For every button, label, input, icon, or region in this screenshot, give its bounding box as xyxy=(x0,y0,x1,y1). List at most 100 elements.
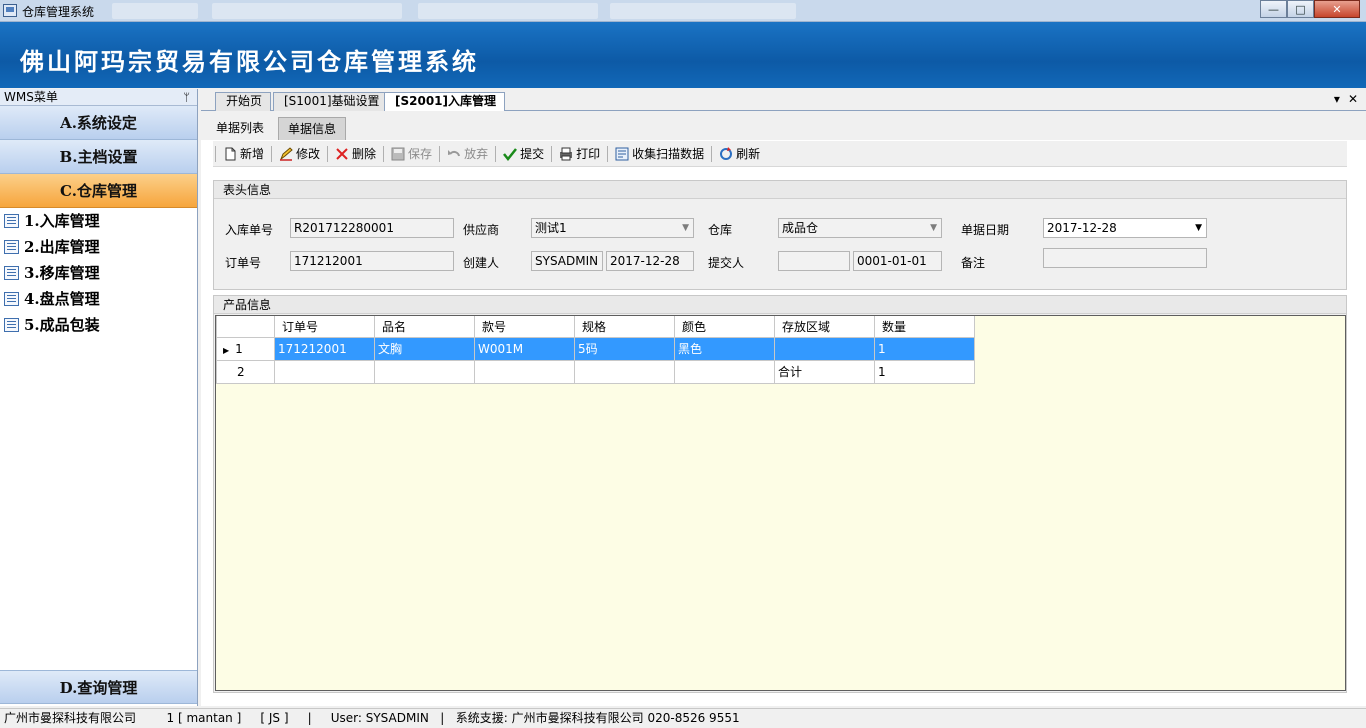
table-cell[interactable] xyxy=(274,359,375,384)
save-button[interactable]: 保存 xyxy=(388,143,435,165)
row-header[interactable]: ▶ 1 xyxy=(216,336,275,361)
table-cell[interactable] xyxy=(374,359,475,384)
nav-item-label: 3.移库管理 xyxy=(24,264,100,282)
table-header-row: 订单号 品名 款号 规格 颜色 存放区域 数量 xyxy=(216,316,975,338)
header-info-panel: 表头信息 入库单号 R201712280001 供应商 测试1 ▼ 仓库 成品仓 ▼… xyxy=(213,180,1347,290)
current-row-arrow-icon: ▶ xyxy=(223,345,230,355)
tab-inbound-management[interactable]: [S2001]入库管理 xyxy=(384,92,506,112)
table-cell[interactable] xyxy=(574,359,675,384)
nav-item-label: 1.入库管理 xyxy=(24,212,100,230)
tab-basic-settings[interactable]: [S1001]基础设置 xyxy=(273,92,389,111)
edit-button[interactable]: 修改 xyxy=(276,143,323,165)
table-row[interactable]: 2 合计 1 xyxy=(216,359,975,384)
submit-date-field[interactable]: 0001-01-01 xyxy=(853,251,942,271)
submitter-label: 提交人 xyxy=(708,256,745,270)
maximize-button[interactable]: □ xyxy=(1287,0,1314,18)
warehouse-label: 仓库 xyxy=(708,223,733,237)
nav-group-system-settings[interactable]: A.系统设定 xyxy=(0,106,197,140)
column-header[interactable]: 颜色 xyxy=(674,316,775,338)
delete-button[interactable]: 删除 xyxy=(332,143,379,165)
inbound-no-field[interactable]: R201712280001 xyxy=(290,218,454,238)
table-cell[interactable]: 1 xyxy=(874,336,975,361)
submitter-field[interactable] xyxy=(778,251,850,271)
status-js: [ JS ] xyxy=(260,711,289,725)
row-header[interactable]: 2 xyxy=(216,359,275,384)
nav-group-warehouse-management[interactable]: C.仓库管理 xyxy=(0,174,197,208)
column-header[interactable]: 订单号 xyxy=(274,316,375,338)
table-cell[interactable]: 171212001 xyxy=(274,336,375,361)
column-header[interactable]: 款号 xyxy=(474,316,575,338)
close-tab-icon[interactable]: ✕ xyxy=(1348,92,1358,106)
warehouse-select[interactable]: 成品仓 ▼ xyxy=(778,218,942,238)
minimize-button[interactable]: — xyxy=(1260,0,1287,18)
nav-item-stocktake[interactable]: 4.盘点管理 xyxy=(0,286,197,312)
submit-label: 提交 xyxy=(520,147,545,161)
nav-item-outbound[interactable]: 2.出库管理 xyxy=(0,234,197,260)
list-icon xyxy=(4,266,19,280)
column-header[interactable]: 存放区域 xyxy=(774,316,875,338)
nav-group-query-management[interactable]: D.查询管理 xyxy=(0,670,197,704)
system-title: 佛山阿玛宗贸易有限公司仓库管理系统 xyxy=(20,47,479,76)
table-cell[interactable]: 5码 xyxy=(574,336,675,361)
supplier-label: 供应商 xyxy=(463,223,500,237)
checkmark-icon xyxy=(503,147,518,161)
toolbar-separator xyxy=(551,145,553,162)
remark-label: 备注 xyxy=(961,256,986,270)
table-cell[interactable]: 文胸 xyxy=(374,336,475,361)
tab-document-info[interactable]: 单据信息 xyxy=(278,117,347,140)
table-cell[interactable] xyxy=(774,336,875,361)
nav-item-packaging[interactable]: 5.成品包装 xyxy=(0,312,197,338)
warehouse-value: 成品仓 xyxy=(782,221,819,235)
doc-date-value: 2017-12-28 xyxy=(1047,221,1117,235)
print-button[interactable]: 打印 xyxy=(556,143,603,165)
new-button[interactable]: 新增 xyxy=(220,143,267,165)
table-row[interactable]: ▶ 1 171212001 文胸 W001M 5码 黑色 1 xyxy=(216,336,975,361)
print-label: 打印 xyxy=(576,147,601,161)
order-no-label: 订单号 xyxy=(225,256,262,270)
nav-group-master-settings[interactable]: B.主档设置 xyxy=(0,140,197,174)
toolbar: 新增 修改 删除 保存 放弃 提交 打印 收集扫描数据 刷新 xyxy=(213,141,1347,167)
background-tab-1 xyxy=(112,3,198,19)
tab-start-page[interactable]: 开始页 xyxy=(215,92,272,111)
status-company: 广州市曼探科技有限公司 xyxy=(4,711,137,725)
table-cell[interactable]: W001M xyxy=(474,336,575,361)
column-header[interactable]: 数量 xyxy=(874,316,975,338)
product-grid[interactable]: 订单号 品名 款号 规格 颜色 存放区域 数量 ▶1 171212001 文胸 xyxy=(215,315,1346,691)
table-cell[interactable] xyxy=(674,359,775,384)
list-icon xyxy=(4,240,19,254)
save-disk-icon xyxy=(391,147,405,161)
app-icon xyxy=(3,4,17,17)
column-header[interactable]: 品名 xyxy=(374,316,475,338)
refresh-button[interactable]: 刷新 xyxy=(716,143,763,165)
order-no-field[interactable]: 171212001 xyxy=(290,251,454,271)
discard-button[interactable]: 放弃 xyxy=(444,143,491,165)
nav-item-transfer[interactable]: 3.移库管理 xyxy=(0,260,197,286)
tab-document-list[interactable]: 单据列表 xyxy=(207,117,273,140)
creator-field[interactable]: SYSADMIN xyxy=(531,251,603,271)
supplier-value: 测试1 xyxy=(535,221,567,235)
doc-date-picker[interactable]: 2017-12-28 ▼ xyxy=(1043,218,1207,238)
table-cell[interactable]: 黑色 xyxy=(674,336,775,361)
toolbar-separator xyxy=(495,145,497,162)
toolbar-separator xyxy=(383,145,385,162)
create-date-field[interactable]: 2017-12-28 xyxy=(606,251,694,271)
delete-label: 删除 xyxy=(352,147,377,161)
column-header[interactable]: 规格 xyxy=(574,316,675,338)
nav-item-label: 2.出库管理 xyxy=(24,238,100,256)
table-cell[interactable] xyxy=(474,359,575,384)
edit-label: 修改 xyxy=(296,147,321,161)
undo-icon xyxy=(447,147,461,161)
nav-item-inbound[interactable]: 1.入库管理 xyxy=(0,208,197,234)
close-window-button[interactable]: ✕ xyxy=(1314,0,1360,18)
table-cell[interactable]: 1 xyxy=(874,359,975,384)
supplier-select[interactable]: 测试1 ▼ xyxy=(531,218,694,238)
submit-button[interactable]: 提交 xyxy=(500,143,547,165)
chevron-down-icon: ▼ xyxy=(1195,223,1202,233)
window-title: 仓库管理系统 xyxy=(22,5,95,19)
collect-scan-data-button[interactable]: 收集扫描数据 xyxy=(612,143,707,165)
printer-icon xyxy=(559,147,573,161)
tab-list-dropdown-icon[interactable]: ▾ xyxy=(1334,92,1340,106)
remark-field[interactable] xyxy=(1043,248,1207,268)
pin-icon[interactable]: ᛘ xyxy=(183,89,190,106)
table-cell[interactable]: 合计 xyxy=(774,359,875,384)
